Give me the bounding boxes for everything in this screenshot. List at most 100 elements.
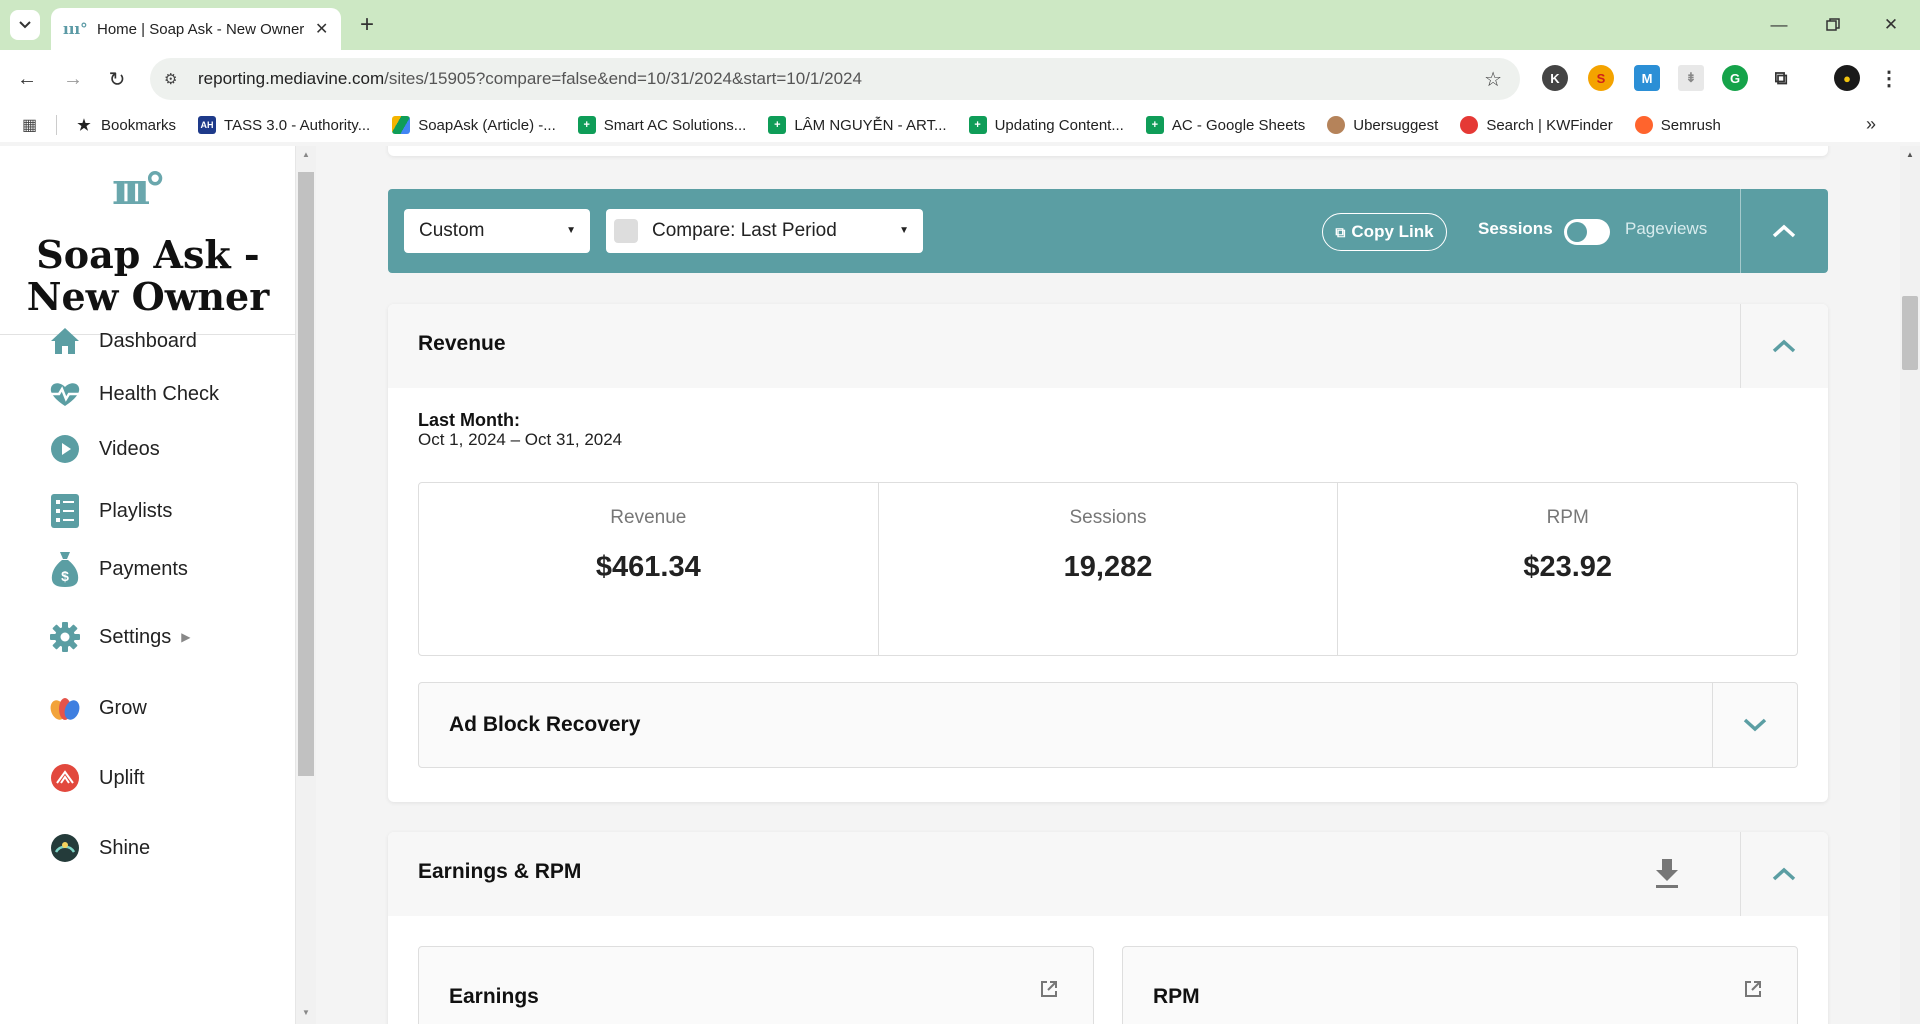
period-range: Oct 1, 2024 – Oct 31, 2024 bbox=[418, 430, 623, 449]
ah-icon: AH bbox=[198, 116, 217, 134]
sidebar-item-dashboard[interactable]: Dashboard bbox=[48, 324, 197, 358]
bookmark-item[interactable]: Search | KWFinder bbox=[1460, 116, 1613, 134]
bookmark-item[interactable]: + Updating Content... bbox=[968, 116, 1124, 134]
reload-icon[interactable]: ↻ bbox=[102, 64, 132, 94]
revenue-stats: Revenue $461.34 Sessions 19,282 RPM $23.… bbox=[418, 482, 1798, 656]
kebab-menu-icon[interactable]: ⋮ bbox=[1876, 65, 1902, 91]
scroll-up-icon[interactable]: ▲ bbox=[1906, 150, 1914, 159]
sidebar-item-shine[interactable]: Shine bbox=[48, 831, 150, 865]
date-range-select[interactable]: Custom ▼ bbox=[404, 209, 590, 253]
download-icon[interactable] bbox=[1652, 856, 1682, 890]
google-sheets-icon: + bbox=[577, 116, 596, 134]
forward-arrow-icon[interactable]: → bbox=[58, 64, 88, 94]
download-extension-icon[interactable]: ⇟ bbox=[1678, 65, 1704, 91]
collapse-earnings-button[interactable] bbox=[1740, 832, 1828, 916]
sidebar-item-uplift[interactable]: Uplift bbox=[48, 761, 145, 795]
external-link-icon[interactable] bbox=[1039, 979, 1059, 999]
revenue-card: Revenue Last Month: Oct 1, 2024 – Oct 31… bbox=[388, 304, 1828, 802]
bookmark-item[interactable]: + LÂM NGUYỄN - ART... bbox=[768, 116, 947, 134]
stat-sessions: Sessions 19,282 bbox=[879, 483, 1339, 655]
url-text[interactable]: reporting.mediavine.com/sites/15905?comp… bbox=[198, 69, 862, 89]
stat-revenue: Revenue $461.34 bbox=[419, 483, 879, 655]
kwfinder-icon bbox=[1460, 116, 1479, 134]
home-icon bbox=[48, 324, 82, 358]
ad-block-recovery-title: Ad Block Recovery bbox=[449, 713, 641, 736]
external-link-icon[interactable] bbox=[1743, 979, 1763, 999]
gear-icon bbox=[48, 620, 82, 654]
scroll-down-icon[interactable]: ▼ bbox=[302, 1008, 310, 1017]
sessions-label: Sessions bbox=[1478, 219, 1553, 238]
sidebar-item-grow[interactable]: Grow bbox=[48, 691, 147, 725]
collapse-revenue-button[interactable] bbox=[1740, 304, 1828, 388]
money-bag-icon: $ bbox=[48, 552, 82, 587]
sidebar-item-settings[interactable]: Settings ▶ bbox=[48, 620, 191, 654]
grammarly-icon[interactable]: G bbox=[1722, 65, 1748, 91]
app-area: ııı° Soap Ask - New Owner Dashboard Heal… bbox=[0, 146, 1920, 1024]
ad-block-recovery-panel[interactable]: Ad Block Recovery bbox=[418, 682, 1798, 768]
close-tab-icon[interactable]: ✕ bbox=[315, 19, 328, 39]
k-extension-icon[interactable]: K bbox=[1542, 65, 1568, 91]
chevron-up-icon bbox=[1772, 867, 1796, 881]
caret-right-icon: ▶ bbox=[181, 630, 191, 644]
compare-checkbox[interactable] bbox=[614, 219, 638, 243]
m-extension-icon[interactable]: M bbox=[1634, 65, 1660, 91]
sessions-pageviews-toggle[interactable] bbox=[1564, 219, 1610, 245]
sidebar-item-playlists[interactable]: Playlists bbox=[48, 494, 172, 528]
bookmark-item[interactable]: AH TASS 3.0 - Authority... bbox=[198, 116, 370, 134]
bookmark-item[interactable]: SoapAsk (Article) -... bbox=[392, 116, 556, 134]
ubersuggest-icon bbox=[1327, 116, 1346, 134]
shine-icon bbox=[48, 831, 82, 865]
google-sheets-icon: + bbox=[968, 116, 987, 134]
mediavine-logo-icon[interactable]: ııı° bbox=[112, 164, 182, 215]
caret-down-icon: ▼ bbox=[566, 225, 576, 236]
chevron-down-icon bbox=[19, 21, 31, 29]
sidebar-item-payments[interactable]: $ Payments bbox=[48, 552, 188, 587]
sidebar-item-videos[interactable]: Videos bbox=[48, 432, 160, 466]
site-info-icon[interactable]: ⚙ bbox=[164, 70, 186, 88]
seo-extension-icon[interactable]: S bbox=[1588, 65, 1614, 91]
earnings-rpm-card: Earnings & RPM Earnings RPM bbox=[388, 832, 1828, 1024]
sidebar: ııı° Soap Ask - New Owner Dashboard Heal… bbox=[0, 146, 296, 1024]
profile-avatar[interactable]: ● bbox=[1834, 65, 1860, 91]
minimize-icon[interactable]: — bbox=[1764, 10, 1794, 40]
collapse-filters-button[interactable] bbox=[1740, 189, 1828, 273]
rpm-subcard-title: RPM bbox=[1153, 985, 1200, 1008]
address-bar[interactable]: ⚙ reporting.mediavine.com/sites/15905?co… bbox=[150, 58, 1520, 100]
bookmarks-divider bbox=[56, 115, 57, 135]
google-drive-icon bbox=[392, 116, 411, 134]
caret-down-icon: ▼ bbox=[899, 225, 909, 236]
toggle-knob bbox=[1567, 222, 1587, 242]
browser-tab-active[interactable]: ııı° Home | Soap Ask - New Owner ✕ bbox=[51, 8, 341, 50]
compare-select[interactable]: Compare: Last Period ▼ bbox=[606, 209, 923, 253]
google-sheets-icon: + bbox=[768, 116, 787, 134]
bookmark-item[interactable]: + Smart AC Solutions... bbox=[577, 116, 746, 134]
sidebar-scroll-thumb[interactable] bbox=[298, 172, 314, 776]
earnings-title: Earnings & RPM bbox=[418, 860, 582, 883]
site-name: Soap Ask - New Owner bbox=[26, 232, 270, 319]
previous-card bbox=[388, 146, 1828, 156]
revenue-header: Revenue bbox=[388, 304, 1828, 388]
restore-icon[interactable] bbox=[1818, 10, 1848, 40]
earnings-subcard-title: Earnings bbox=[449, 985, 539, 1008]
grow-icon bbox=[48, 691, 82, 725]
scroll-up-icon[interactable]: ▲ bbox=[302, 150, 310, 159]
close-window-icon[interactable]: ✕ bbox=[1876, 10, 1906, 40]
list-icon bbox=[48, 494, 82, 528]
expand-ad-block-button[interactable] bbox=[1712, 683, 1798, 767]
apps-grid-icon[interactable]: ▦ bbox=[22, 115, 42, 135]
bookmark-item[interactable]: Ubersuggest bbox=[1327, 116, 1438, 134]
copy-link-button[interactable]: ⧉ Copy Link bbox=[1322, 213, 1447, 251]
bookmarks-bar: ▦ ★ Bookmarks AH TASS 3.0 - Authority... S… bbox=[0, 108, 1920, 142]
bookmark-item[interactable]: + AC - Google Sheets bbox=[1145, 116, 1305, 134]
more-bookmarks-icon[interactable]: » bbox=[1866, 114, 1876, 135]
bookmark-item[interactable]: ★ Bookmarks bbox=[75, 116, 176, 135]
tab-search-button[interactable] bbox=[10, 10, 40, 40]
main-scroll-thumb[interactable] bbox=[1902, 296, 1918, 370]
back-arrow-icon[interactable]: ← bbox=[12, 64, 42, 94]
sidebar-item-health-check[interactable]: Health Check bbox=[48, 377, 219, 411]
bookmark-star-icon[interactable]: ☆ bbox=[1484, 67, 1502, 92]
new-tab-button[interactable]: + bbox=[352, 10, 382, 40]
extensions-puzzle-icon[interactable]: ⧉ bbox=[1768, 65, 1794, 91]
main-scrollbar[interactable]: ▲ bbox=[1900, 146, 1920, 1024]
bookmark-item[interactable]: Semrush bbox=[1634, 116, 1721, 134]
